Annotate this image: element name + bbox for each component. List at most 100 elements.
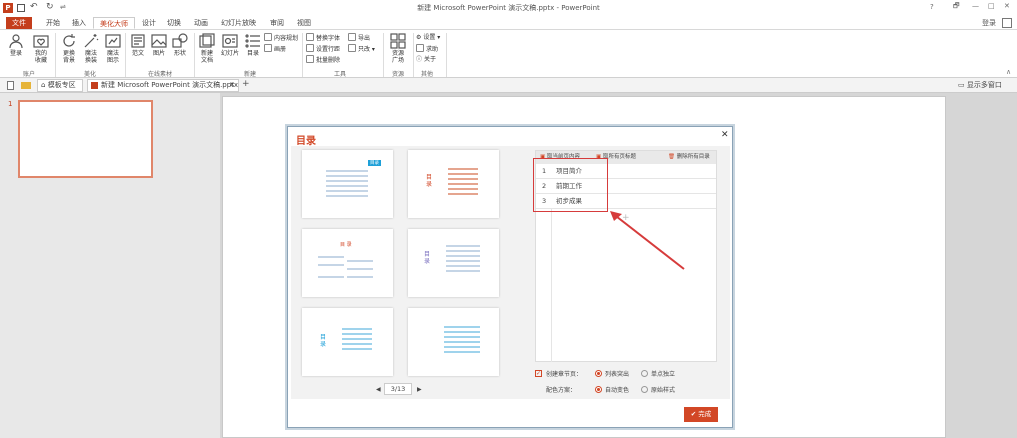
only-change-label: 只改: [358, 46, 371, 53]
new-file-icon[interactable]: [7, 81, 14, 90]
toc-button[interactable]: 目录: [243, 33, 263, 57]
list-icon: [245, 34, 260, 48]
album-button[interactable]: 画册: [264, 44, 286, 54]
document-tab[interactable]: 新建 Microsoft PowerPoint 演示文稿.pptx ✕: [87, 79, 239, 92]
close-tab-icon[interactable]: ✕: [229, 80, 235, 91]
tab-insert[interactable]: 插入: [66, 17, 92, 29]
new-doc-button[interactable]: 新建 文档: [197, 33, 217, 64]
tab-home[interactable]: 开始: [40, 17, 66, 29]
help-button[interactable]: ?: [930, 3, 934, 11]
window-title: 新建 Microsoft PowerPoint 演示文稿.pptx - Powe…: [417, 4, 600, 12]
replace-font-button[interactable]: 替换字体: [306, 33, 340, 43]
template-line: [318, 276, 344, 278]
separator: [125, 33, 126, 77]
slides-icon: [222, 34, 238, 48]
add-tab-button[interactable]: +: [242, 79, 250, 89]
template-title: 目 录: [426, 174, 433, 188]
tab-view[interactable]: 视图: [291, 17, 317, 29]
original-style-label: 原始样式: [651, 387, 676, 394]
template-line: [444, 326, 480, 328]
template-card[interactable]: 目录: [302, 150, 393, 218]
export-button[interactable]: 导出: [348, 33, 370, 43]
magic-diagram-button[interactable]: 魔法 图示: [102, 33, 124, 64]
batch-delete-button[interactable]: 批量删除: [306, 55, 340, 65]
content-plan-button[interactable]: 内容规划: [264, 33, 298, 43]
album-label: 画册: [274, 46, 287, 53]
magic-wand-icon: [84, 34, 99, 48]
login-button[interactable]: 登录: [6, 33, 26, 57]
change-background-label: 更换 背景: [62, 50, 75, 64]
group-other-label: 其他: [420, 71, 433, 78]
magic-swap-button[interactable]: 魔法 换装: [80, 33, 102, 64]
title-bar: P ↶ ↻ ⇌ 新建 Microsoft PowerPoint 演示文稿.ppt…: [0, 0, 1017, 16]
refresh-icon: [63, 34, 75, 47]
tab-design[interactable]: 设计: [136, 17, 162, 29]
album-icon: [264, 44, 272, 52]
template-line: [326, 190, 368, 192]
magic-diagram-icon: [105, 34, 121, 48]
about-button[interactable]: ⓘ 关于: [416, 55, 436, 65]
list-highlight-label: 列表突出: [605, 371, 630, 378]
resource-market-button[interactable]: 资源 广场: [387, 33, 409, 64]
tab-slideshow[interactable]: 幻灯片放映: [215, 17, 262, 29]
help-request-button[interactable]: 求助: [416, 44, 438, 54]
collapse-ribbon-icon[interactable]: ∧: [1006, 68, 1011, 76]
magic-swap-label: 魔法 换装: [84, 50, 97, 64]
done-label: 完成: [698, 410, 712, 418]
pager-page-input[interactable]: 3/13: [384, 383, 412, 395]
trash-icon: 🗑: [668, 154, 675, 160]
tab-transitions[interactable]: 切换: [161, 17, 187, 29]
document-tab-label: 新建 Microsoft PowerPoint 演示文稿.pptx: [101, 81, 239, 89]
maximize-button[interactable]: □: [988, 2, 995, 10]
template-line: [444, 331, 480, 333]
change-background-button[interactable]: 更换 背景: [58, 33, 80, 64]
template-line: [326, 185, 368, 187]
tab-review[interactable]: 审阅: [264, 17, 290, 29]
template-card[interactable]: 目 录: [408, 229, 499, 297]
auto-color-radio[interactable]: 自动变色: [595, 385, 629, 394]
tab-file[interactable]: 文件: [6, 17, 32, 29]
pager-next-button[interactable]: ▶: [417, 386, 422, 393]
search-icon[interactable]: [1002, 18, 1012, 28]
pager-prev-button[interactable]: ◀: [376, 386, 381, 393]
template-line: [318, 256, 344, 258]
template-card[interactable]: 目 录: [302, 229, 393, 297]
ribbon-display-button[interactable]: 🗗: [953, 2, 960, 13]
tab-beautify-master[interactable]: 美化大师: [93, 17, 135, 29]
image-button[interactable]: 图片: [149, 33, 169, 57]
minimize-button[interactable]: —: [972, 2, 979, 10]
folder-icon[interactable]: [21, 82, 31, 89]
close-button[interactable]: ✕: [1004, 2, 1010, 10]
delete-all-button[interactable]: 🗑 删除所有目录: [668, 151, 710, 164]
list-highlight-radio[interactable]: 列表突出: [595, 369, 629, 378]
create-section-checkbox[interactable]: ✓: [535, 370, 542, 377]
shape-button[interactable]: 形状: [170, 33, 190, 57]
settings-label: 设置: [423, 34, 436, 41]
about-label: 关于: [423, 56, 436, 63]
slides-button[interactable]: 幻灯片: [218, 33, 242, 57]
row-number-divider: [551, 209, 552, 362]
folder-heart-icon: [33, 35, 49, 48]
done-button[interactable]: ✔ 完成: [684, 407, 718, 422]
favorites-button[interactable]: 我的 收藏: [30, 33, 52, 64]
login-link[interactable]: 登录: [982, 18, 996, 28]
show-multi-window-button[interactable]: ▭ 显示多窗口: [958, 80, 1002, 90]
dialog-close-button[interactable]: ✕: [721, 130, 729, 140]
template-lines: [444, 326, 480, 353]
template-card[interactable]: 目 录: [408, 150, 499, 218]
slide-thumbnail[interactable]: [18, 100, 153, 178]
login-label: 登录: [9, 50, 22, 57]
original-style-radio[interactable]: 原始样式: [641, 385, 675, 394]
toc-dialog: 目录 ✕ 目录 目 录 目 录 目 录 目 录 ◀ 3/13 ▶ ▣ 取当前页内…: [287, 126, 733, 428]
template-card[interactable]: [408, 308, 499, 376]
sample-text-button[interactable]: 范文: [128, 33, 148, 57]
template-line: [448, 168, 478, 170]
template-zone-tab[interactable]: ⌂ 模板专区: [37, 79, 83, 92]
template-card[interactable]: 目 录: [302, 308, 393, 376]
line-spacing-button[interactable]: 设置行距: [306, 44, 340, 54]
only-change-dropdown[interactable]: 只改 ▾: [348, 44, 375, 54]
single-point-radio[interactable]: 单点独立: [641, 369, 675, 378]
single-point-label: 单点独立: [651, 371, 676, 378]
settings-dropdown[interactable]: ⚙ 设置 ▾: [416, 33, 440, 43]
tab-animations[interactable]: 动画: [188, 17, 214, 29]
